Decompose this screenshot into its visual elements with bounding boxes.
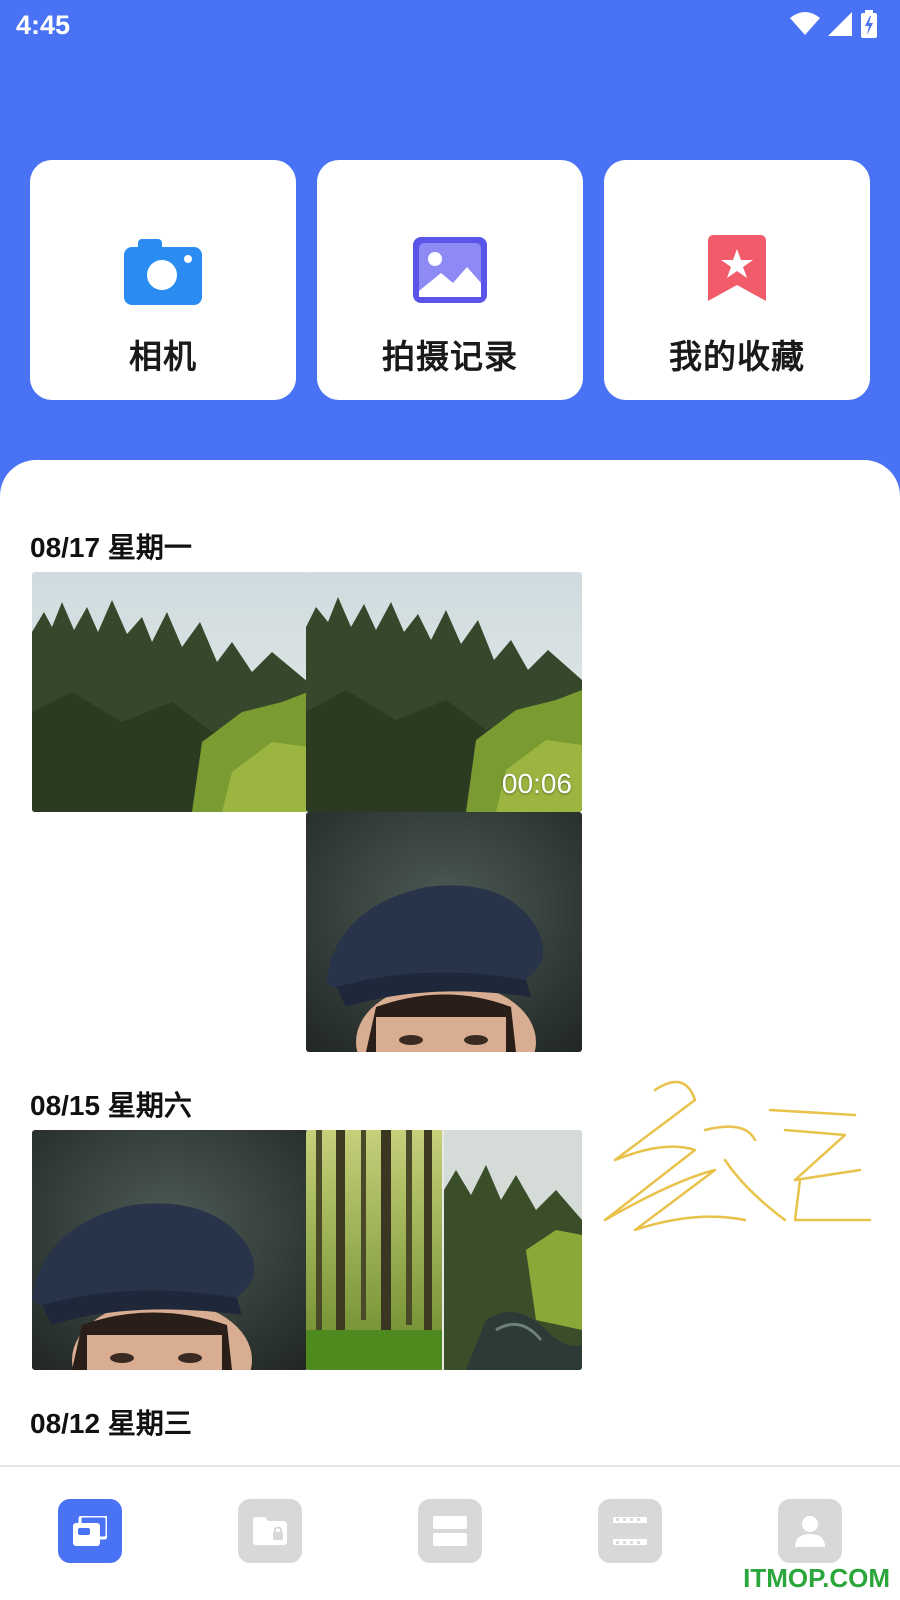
status-icons (790, 10, 878, 38)
camera-label: 相机 (129, 337, 197, 376)
signal-icon (828, 12, 852, 36)
date-heading: 08/12 星期三 (30, 1408, 192, 1439)
gallery-icon (410, 230, 490, 310)
favorites-label: 我的收藏 (669, 337, 805, 376)
quick-actions: 相机 拍摄记录 我的收藏 (30, 160, 870, 400)
handwritten-signature (603, 1080, 872, 1232)
timeline-sheet: 08/17 星期一 00:06 08/15 星期六 08/12 星期三 (0, 460, 900, 1465)
favorites-card[interactable]: 我的收藏 (604, 160, 870, 400)
nav-private-folder[interactable] (238, 1499, 302, 1563)
favorite-icon (697, 230, 777, 310)
nav-list[interactable] (418, 1499, 482, 1563)
film-icon (613, 1517, 647, 1545)
wifi-icon (790, 12, 820, 35)
camera-card[interactable]: 相机 (30, 160, 296, 400)
status-time: 4:45 (16, 10, 71, 40)
photo-thumbnail-portrait[interactable] (306, 812, 582, 1052)
locked-folder-icon (253, 1517, 287, 1545)
date-heading: 08/17 星期一 (30, 532, 192, 563)
capture-history-card[interactable]: 拍摄记录 (317, 160, 583, 400)
profile-icon (795, 1516, 825, 1547)
video-duration: 00:06 (501, 768, 572, 799)
video-thumbnail-forest[interactable]: 00:06 (306, 572, 582, 812)
status-bar: 4:45 (0, 0, 900, 50)
nav-video[interactable] (598, 1499, 662, 1563)
photo-thumbnail-portrait[interactable] (32, 1130, 308, 1370)
camera-icon (123, 230, 203, 310)
battery-charging-icon (861, 10, 877, 38)
date-heading: 08/15 星期六 (30, 1090, 192, 1121)
album-icon (73, 1516, 107, 1546)
photo-thumbnail-forest[interactable] (32, 572, 308, 812)
watermark: ITMOP.COM (743, 1563, 890, 1593)
nav-profile[interactable] (778, 1499, 842, 1563)
capture-history-label: 拍摄记录 (382, 337, 518, 376)
list-icon (433, 1516, 467, 1546)
photo-thumbnail-forest-collage[interactable] (306, 1130, 582, 1370)
nav-album[interactable] (58, 1499, 122, 1563)
